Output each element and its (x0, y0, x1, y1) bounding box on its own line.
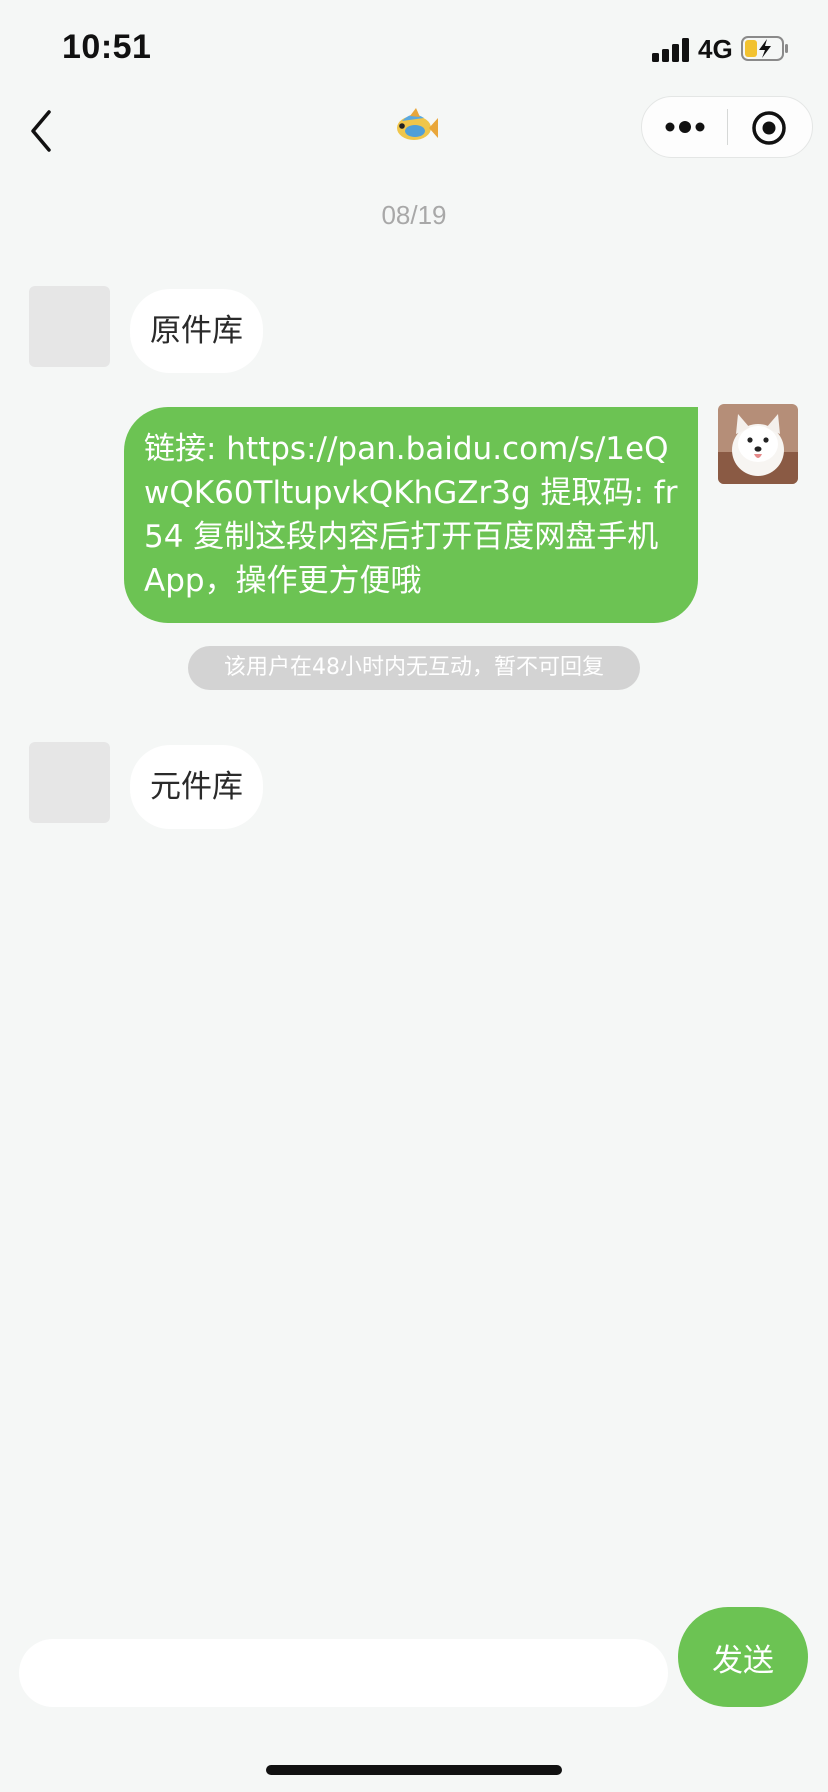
message-bubble-received[interactable]: 原件库 (130, 289, 263, 373)
signal-icon (652, 36, 692, 62)
contact-avatar[interactable] (29, 742, 110, 823)
message-bubble-sent[interactable]: 链接: https://pan.baidu.com/s/1eQwQK60Tltu… (124, 407, 698, 623)
capsule-divider (727, 109, 728, 145)
message-input[interactable] (19, 1639, 668, 1707)
send-button[interactable]: 发送 (678, 1607, 808, 1707)
contact-avatar[interactable] (29, 286, 110, 367)
user-avatar[interactable] (718, 404, 798, 484)
record-circle-icon[interactable] (750, 109, 788, 147)
back-button[interactable] (22, 106, 62, 156)
battery-icon (741, 36, 788, 61)
system-notice: 该用户在48小时内无互动，暂不可回复 (188, 646, 640, 690)
date-stamp: 08/19 (381, 200, 447, 230)
home-indicator (266, 1765, 562, 1775)
status-time: 10:51 (62, 28, 152, 66)
more-dots-icon[interactable] (660, 97, 710, 157)
tropical-fish-icon (397, 108, 438, 140)
message-bubble-received[interactable]: 元件库 (130, 745, 263, 829)
capsule-menu (641, 96, 813, 158)
network-label: 4G (698, 34, 733, 64)
